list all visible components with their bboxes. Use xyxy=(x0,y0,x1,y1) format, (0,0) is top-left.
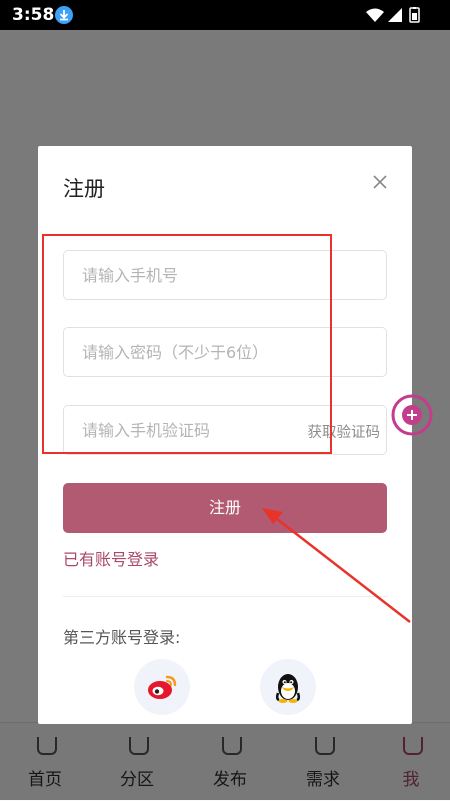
close-icon xyxy=(373,175,387,189)
password-field[interactable] xyxy=(63,327,387,377)
floating-plus-icon xyxy=(391,394,433,436)
get-code-button[interactable]: 获取验证码 xyxy=(308,421,381,442)
phone-field[interactable] xyxy=(63,250,387,300)
battery-icon xyxy=(409,7,420,23)
password-input[interactable] xyxy=(64,328,386,376)
wifi-icon xyxy=(366,8,384,22)
code-field[interactable]: 获取验证码 xyxy=(63,405,387,455)
third-party-label: 第三方账号登录: xyxy=(63,628,181,647)
login-link[interactable]: 已有账号登录 xyxy=(63,546,159,570)
qq-login-button[interactable] xyxy=(260,659,316,715)
divider xyxy=(63,596,387,597)
weibo-login-button[interactable] xyxy=(134,659,190,715)
floating-action-button[interactable] xyxy=(390,393,434,437)
register-dialog: 注册 获取验证码 注册 已有账号登录 第三方账号登录: xyxy=(38,146,412,724)
close-button[interactable] xyxy=(370,172,390,192)
status-time: 3:58 xyxy=(12,5,55,25)
register-button[interactable]: 注册 xyxy=(63,483,387,533)
download-icon xyxy=(55,6,73,24)
signal-icon xyxy=(388,8,402,22)
dialog-title: 注册 xyxy=(63,177,105,201)
status-bar: 3:58 xyxy=(0,0,450,30)
qq-icon xyxy=(275,674,301,703)
phone-input[interactable] xyxy=(64,251,386,299)
status-icons xyxy=(366,7,436,23)
weibo-icon xyxy=(148,675,177,699)
